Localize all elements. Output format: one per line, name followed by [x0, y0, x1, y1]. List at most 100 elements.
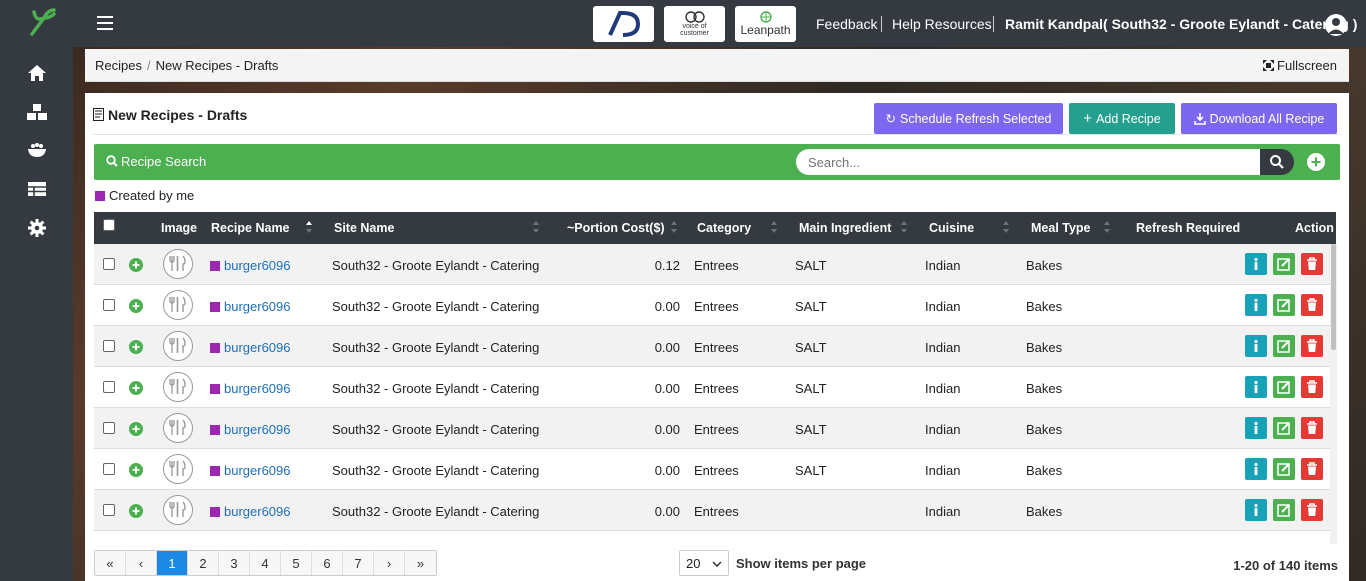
header-category[interactable]: Category [697, 221, 751, 235]
recipe-name-cell[interactable]: burger6096 [210, 463, 291, 478]
voice-of-customer-logo[interactable]: voice of customer [664, 6, 725, 42]
recipe-name-cell[interactable]: burger6096 [210, 258, 291, 273]
info-button[interactable] [1245, 335, 1267, 357]
recipe-link[interactable]: burger6096 [224, 340, 291, 355]
recipe-name-cell[interactable]: burger6096 [210, 504, 291, 519]
edit-button[interactable] [1273, 458, 1295, 480]
header-meal-type[interactable]: Meal Type [1031, 221, 1091, 235]
app-logo[interactable] [24, 4, 60, 40]
feedback-link[interactable]: Feedback [816, 16, 877, 32]
expand-row-icon[interactable] [129, 463, 143, 477]
recipe-link[interactable]: burger6096 [224, 299, 291, 314]
page-next-button[interactable]: › [374, 551, 405, 575]
recipe-name-cell[interactable]: burger6096 [210, 340, 291, 355]
delete-button[interactable] [1301, 294, 1323, 316]
ad-logo[interactable] [593, 6, 654, 42]
delete-button[interactable] [1301, 253, 1323, 275]
edit-button[interactable] [1273, 335, 1295, 357]
delete-button[interactable] [1301, 458, 1323, 480]
info-button[interactable] [1245, 458, 1267, 480]
info-button[interactable] [1245, 294, 1267, 316]
page-button-1[interactable]: 1 [157, 551, 188, 575]
edit-button[interactable] [1273, 376, 1295, 398]
select-all-checkbox[interactable] [103, 219, 115, 231]
page-last-button[interactable]: » [405, 551, 436, 575]
sort-icon[interactable] [1103, 219, 1111, 235]
page-button-4[interactable]: 4 [250, 551, 281, 575]
expand-row-icon[interactable] [129, 340, 143, 354]
header-cuisine[interactable]: Cuisine [929, 221, 974, 235]
recipe-link[interactable]: burger6096 [224, 422, 291, 437]
sort-icon[interactable] [532, 219, 540, 235]
recipe-link[interactable]: burger6096 [224, 504, 291, 519]
header-portion-cost[interactable]: ~Portion Cost($) [567, 221, 665, 235]
fullscreen-button[interactable]: Fullscreen [1263, 58, 1337, 73]
page-button-5[interactable]: 5 [281, 551, 312, 575]
download-all-button[interactable]: Download All Recipe [1181, 103, 1337, 134]
expand-row-icon[interactable] [129, 504, 143, 518]
items-per-page-select[interactable]: 20 [679, 550, 729, 576]
header-site-name[interactable]: Site Name [334, 221, 394, 235]
menu-toggle-icon[interactable] [97, 16, 113, 30]
settings-icon[interactable] [26, 217, 48, 239]
row-checkbox[interactable] [103, 381, 115, 393]
info-button[interactable] [1245, 253, 1267, 275]
delete-button[interactable] [1301, 499, 1323, 521]
boxes-icon[interactable] [26, 101, 48, 123]
help-resources-link[interactable]: Help Resources [892, 16, 992, 32]
user-avatar-icon[interactable] [1325, 14, 1347, 36]
header-main-ingredient[interactable]: Main Ingredient [799, 221, 891, 235]
add-filter-button[interactable] [1307, 153, 1325, 171]
sort-icon[interactable] [1002, 219, 1010, 235]
delete-button[interactable] [1301, 335, 1323, 357]
delete-button[interactable] [1301, 417, 1323, 439]
row-checkbox[interactable] [103, 340, 115, 352]
header-recipe-name[interactable]: Recipe Name [211, 221, 290, 235]
search-input[interactable] [796, 149, 1262, 175]
page-button-7[interactable]: 7 [343, 551, 374, 575]
search-submit-button[interactable] [1260, 149, 1294, 175]
breadcrumb-recipes[interactable]: Recipes [95, 58, 142, 73]
page-prev-button[interactable]: ‹ [126, 551, 157, 575]
user-name[interactable]: Ramit Kandpal( South32 - Groote Eylandt … [1005, 16, 1357, 32]
recipe-name-cell[interactable]: burger6096 [210, 422, 291, 437]
bowl-icon[interactable] [26, 139, 48, 161]
edit-button[interactable] [1273, 253, 1295, 275]
page-button-2[interactable]: 2 [188, 551, 219, 575]
purple-marker [210, 343, 220, 353]
info-button[interactable] [1245, 499, 1267, 521]
page-button-6[interactable]: 6 [312, 551, 343, 575]
expand-row-icon[interactable] [129, 299, 143, 313]
recipe-name-cell[interactable]: burger6096 [210, 381, 291, 396]
delete-button[interactable] [1301, 376, 1323, 398]
row-checkbox[interactable] [103, 422, 115, 434]
page-first-button[interactable]: « [95, 551, 126, 575]
leanpath-logo[interactable]: Leanpath [735, 6, 796, 42]
edit-button[interactable] [1273, 499, 1295, 521]
sort-icon[interactable] [900, 219, 908, 235]
info-button[interactable] [1245, 376, 1267, 398]
recipe-link[interactable]: burger6096 [224, 381, 291, 396]
recipe-link[interactable]: burger6096 [224, 463, 291, 478]
row-checkbox[interactable] [103, 299, 115, 311]
sort-asc-icon[interactable] [305, 219, 313, 235]
schedule-refresh-button[interactable]: ↻ Schedule Refresh Selected [874, 103, 1063, 134]
row-checkbox[interactable] [103, 504, 115, 516]
expand-row-icon[interactable] [129, 258, 143, 272]
recipe-name-cell[interactable]: burger6096 [210, 299, 291, 314]
row-checkbox[interactable] [103, 463, 115, 475]
row-checkbox[interactable] [103, 258, 115, 270]
expand-row-icon[interactable] [129, 381, 143, 395]
page-button-3[interactable]: 3 [219, 551, 250, 575]
edit-button[interactable] [1273, 294, 1295, 316]
sort-icon[interactable] [670, 219, 678, 235]
home-icon[interactable] [26, 62, 48, 84]
info-button[interactable] [1245, 417, 1267, 439]
expand-row-icon[interactable] [129, 422, 143, 436]
scrollbar-thumb[interactable] [1331, 244, 1336, 350]
add-recipe-button[interactable]: + Add Recipe [1069, 103, 1175, 134]
edit-button[interactable] [1273, 417, 1295, 439]
recipe-link[interactable]: burger6096 [224, 258, 291, 273]
table-icon[interactable] [26, 178, 48, 200]
sort-icon[interactable] [770, 219, 778, 235]
